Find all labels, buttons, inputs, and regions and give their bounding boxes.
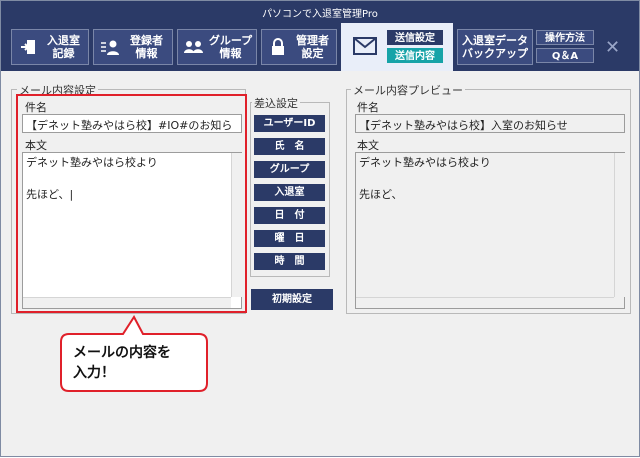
callout-text: メールの内容を 入力！	[73, 343, 171, 383]
callout-bubble	[60, 315, 208, 392]
callout-line-1: メールの内容を	[73, 345, 171, 361]
app-window: パソコンで入退室管理Pro 入退室 記録 登録者 情報 グループ 情報 管理者 設定	[0, 0, 640, 457]
callout-line-2: 入力！	[73, 365, 115, 381]
